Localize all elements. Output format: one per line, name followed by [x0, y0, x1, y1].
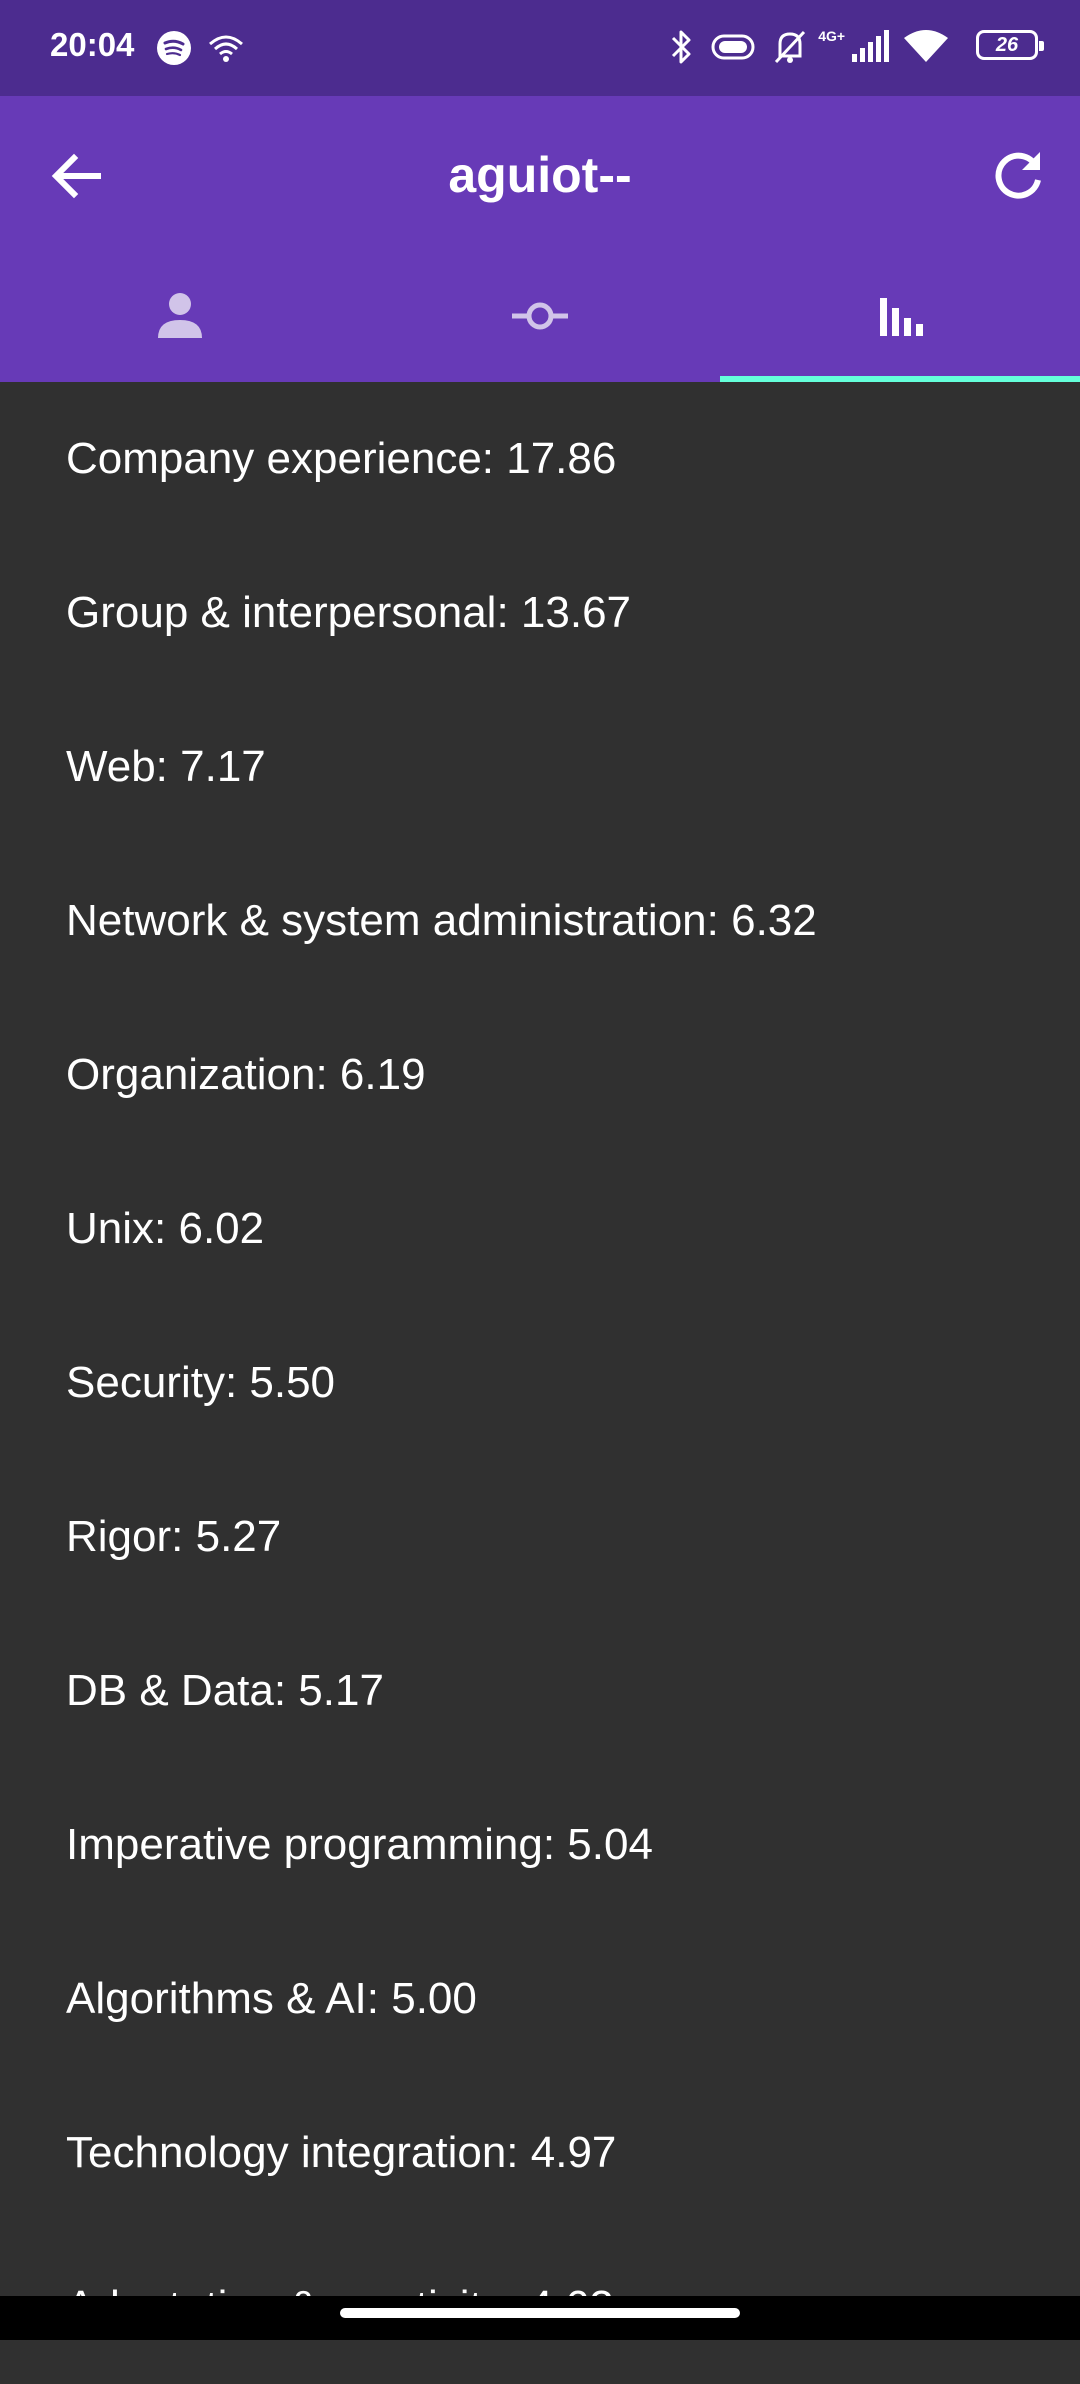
bar-chart-icon — [880, 298, 923, 336]
status-bar: 20:04 4G+ 26 — [0, 0, 1080, 96]
list-item: Unix: 6.02 — [66, 1204, 265, 1253]
tab-commits[interactable] — [360, 252, 720, 382]
skills-list: Company experience: 17.86 Group & interp… — [0, 382, 1080, 2384]
status-right-icons: 4G+ — [667, 28, 950, 71]
status-left-icons — [156, 30, 246, 71]
list-item: Security: 5.50 — [66, 1358, 336, 1407]
list-item: Technology integration: 4.97 — [66, 2128, 617, 2177]
wifi-calling-icon — [209, 35, 244, 62]
bluetooth-icon — [671, 30, 691, 64]
spotify-icon — [157, 31, 191, 65]
list-item: Imperative programming: 5.04 — [66, 1820, 653, 1869]
page-title: aguiot-- — [448, 147, 632, 203]
vibrate-icon — [711, 34, 755, 60]
tab-bar — [0, 252, 1080, 382]
commit-icon — [512, 302, 568, 330]
wifi-icon — [904, 30, 948, 62]
person-icon — [158, 293, 202, 338]
battery-icon: 26 — [976, 30, 1044, 60]
network-type-label: 4G+ — [818, 28, 846, 44]
list-item: DB & Data: 5.17 — [66, 1666, 384, 1715]
list-item: Group & interpersonal: 13.67 — [66, 588, 632, 637]
list-item: Rigor: 5.27 — [66, 1512, 282, 1561]
home-indicator[interactable] — [340, 2308, 740, 2318]
list-item: Network & system administration: 6.32 — [66, 896, 817, 945]
list-item: Web: 7.17 — [66, 742, 266, 791]
mute-icon — [774, 30, 805, 64]
signal-icon — [851, 30, 889, 62]
list-item: Company experience: 17.86 — [66, 434, 617, 483]
refresh-button[interactable] — [986, 144, 1050, 208]
refresh-icon — [995, 152, 1041, 199]
status-time: 20:04 — [50, 26, 135, 63]
tab-skills[interactable] — [720, 252, 1080, 382]
list-item: Algorithms & AI: 5.00 — [66, 1974, 477, 2023]
list-item: Organization: 6.19 — [66, 1050, 426, 1099]
system-nav-bar — [0, 2296, 1080, 2340]
tab-profile[interactable] — [0, 252, 360, 382]
app-bar: aguiot-- — [0, 96, 1080, 252]
